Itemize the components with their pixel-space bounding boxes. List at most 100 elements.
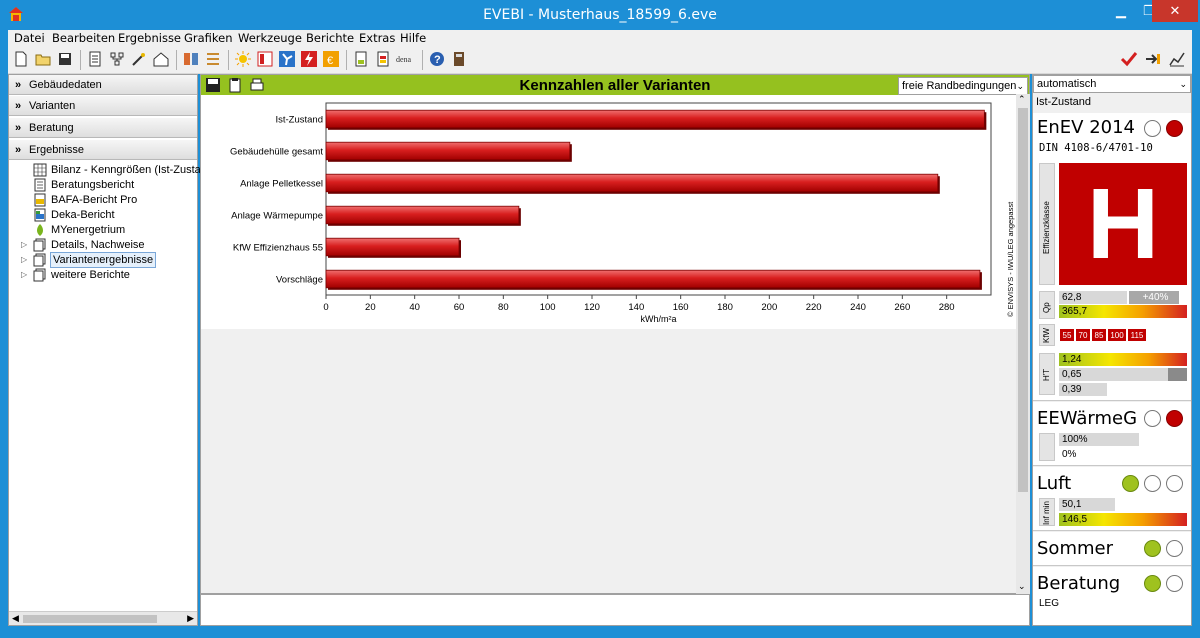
menu-berichte[interactable]: Berichte: [306, 31, 354, 45]
ee-share-bar: 100%: [1059, 433, 1139, 446]
beratung-section: Beratung LEG: [1033, 567, 1191, 625]
eewaermeg-section: EEWärmeG 100% 0%: [1033, 402, 1191, 466]
section-label: Ergebnisse: [29, 144, 85, 156]
house-outline-icon[interactable]: [152, 50, 170, 68]
expand-arrow-icon[interactable]: ▷: [21, 238, 29, 252]
report-icon[interactable]: [352, 50, 370, 68]
menu-werkzeuge[interactable]: Werkzeuge: [238, 31, 302, 45]
save-icon[interactable]: [56, 50, 74, 68]
kfw-level-115: 115: [1127, 328, 1147, 342]
x-tick-label: 180: [717, 302, 733, 313]
arrow-transfer-icon[interactable]: [1144, 50, 1162, 68]
horizontal-scrollbar[interactable]: ◀ ▶: [9, 611, 197, 625]
boundary-conditions-dropdown[interactable]: freie Randbedingungen ⌄: [898, 77, 1028, 95]
bottom-text-area[interactable]: [200, 594, 1030, 626]
section-gebaeudedaten[interactable]: » Gebäudedaten: [9, 75, 197, 95]
wand-icon[interactable]: [130, 50, 148, 68]
vertical-scrollbar[interactable]: ⌃ ⌄: [1016, 94, 1030, 594]
cost-icon[interactable]: €: [322, 50, 340, 68]
heating-icon[interactable]: [256, 50, 274, 68]
menu-bar: Datei Bearbeiten Ergebnisse Grafiken Wer…: [8, 30, 1192, 46]
ee-label-box: [1039, 433, 1055, 461]
section-ergebnisse[interactable]: » Ergebnisse: [9, 140, 197, 160]
toolbar-separator: [346, 50, 347, 70]
dropdown-value: freie Randbedingungen: [902, 80, 1017, 92]
table-document-icon: [33, 163, 47, 177]
double-chevron-down-icon: »: [15, 144, 22, 156]
stacked-documents-icon: [33, 268, 46, 282]
x-tick-label: 140: [628, 302, 644, 313]
luft-actual-bar: 146,5: [1059, 513, 1187, 526]
expand-arrow-icon[interactable]: ▷: [21, 268, 29, 282]
menu-extras[interactable]: Extras: [359, 31, 395, 45]
svg-text:€: €: [327, 55, 333, 67]
close-button[interactable]: ✕: [1152, 0, 1198, 22]
checkmark-icon[interactable]: [1120, 50, 1138, 68]
x-tick-label: 160: [673, 302, 689, 313]
menu-ergebnisse[interactable]: Ergebnisse: [118, 31, 181, 45]
kfw-level-100: 100: [1107, 328, 1127, 342]
status-circle-red: [1166, 410, 1183, 427]
tree-label: MYenergetrium: [51, 224, 126, 236]
luft-section: Luft Inf min 50,1 146,5: [1033, 467, 1191, 531]
section-label: Gebäudedaten: [29, 79, 102, 91]
mode-dropdown[interactable]: automatisch ⌄: [1033, 75, 1191, 93]
scroll-up-icon[interactable]: ⌃: [1018, 94, 1026, 105]
electricity-icon[interactable]: [300, 50, 318, 68]
eewaermeg-title: EEWärmeG: [1037, 408, 1138, 429]
scroll-left-icon[interactable]: ◀: [12, 613, 19, 624]
efficiency-class-label: Effizienzklasse: [1042, 201, 1051, 254]
scroll-thumb[interactable]: [23, 615, 157, 623]
x-tick-label: 260: [894, 302, 910, 313]
chart-line-icon[interactable]: [1168, 50, 1186, 68]
menu-datei[interactable]: Datei: [14, 31, 45, 45]
expand-arrow-icon[interactable]: ▷: [21, 253, 29, 267]
building-components-icon[interactable]: [182, 50, 200, 68]
open-folder-icon[interactable]: [34, 50, 52, 68]
toolbar-separator: [228, 50, 229, 70]
category-label: Vorschläge: [276, 275, 323, 286]
kfw-levels: 55 70 85 100 115: [1059, 328, 1155, 344]
x-tick-label: 0: [323, 302, 328, 313]
energy-pass-icon[interactable]: [374, 50, 392, 68]
bar: [325, 269, 981, 289]
double-chevron-right-icon: »: [15, 79, 22, 91]
section-varianten[interactable]: » Varianten: [9, 96, 197, 116]
sun-icon[interactable]: [234, 50, 252, 68]
scroll-down-icon[interactable]: ⌄: [1018, 581, 1026, 592]
bar: [325, 237, 460, 257]
double-chevron-right-icon: »: [15, 100, 22, 112]
toolbar-separator: [176, 50, 177, 70]
toolbar-separator: [422, 50, 423, 70]
kfw-level-85: 85: [1091, 328, 1107, 342]
fan-icon[interactable]: [278, 50, 296, 68]
x-tick-label: 60: [454, 302, 465, 313]
help-icon[interactable]: ?: [428, 50, 446, 68]
bar: [325, 205, 520, 225]
ht-actual-bar: 1,24: [1059, 353, 1187, 366]
bafa-document-icon: [34, 193, 46, 207]
scroll-thumb[interactable]: [1018, 108, 1028, 492]
toolbar: € dena ?: [8, 46, 1192, 74]
calculator-icon[interactable]: [450, 50, 468, 68]
document-icon[interactable]: [86, 50, 104, 68]
tree-structure-icon[interactable]: [108, 50, 126, 68]
scroll-right-icon[interactable]: ▶: [187, 613, 194, 624]
tree-label: Details, Nachweise: [51, 239, 145, 251]
section-beratung[interactable]: » Beratung: [9, 118, 197, 138]
minimize-button[interactable]: ▁: [1106, 0, 1136, 22]
status-circle-empty: [1144, 410, 1161, 427]
deka-document-icon: [34, 208, 46, 222]
section-label: Varianten: [29, 100, 76, 112]
dena-icon[interactable]: dena: [396, 50, 418, 68]
qp-actual-bar: 365,7: [1059, 305, 1187, 318]
menu-hilfe[interactable]: Hilfe: [400, 31, 426, 45]
menu-grafiken[interactable]: Grafiken: [184, 31, 233, 45]
layers-icon[interactable]: [204, 50, 222, 68]
menu-bearbeiten[interactable]: Bearbeiten: [52, 31, 115, 45]
leaf-icon: [37, 224, 43, 236]
stacked-documents-icon: [33, 238, 46, 252]
toolbar-separator: [80, 50, 81, 70]
status-circle-empty: [1166, 575, 1183, 592]
new-file-icon[interactable]: [12, 50, 30, 68]
